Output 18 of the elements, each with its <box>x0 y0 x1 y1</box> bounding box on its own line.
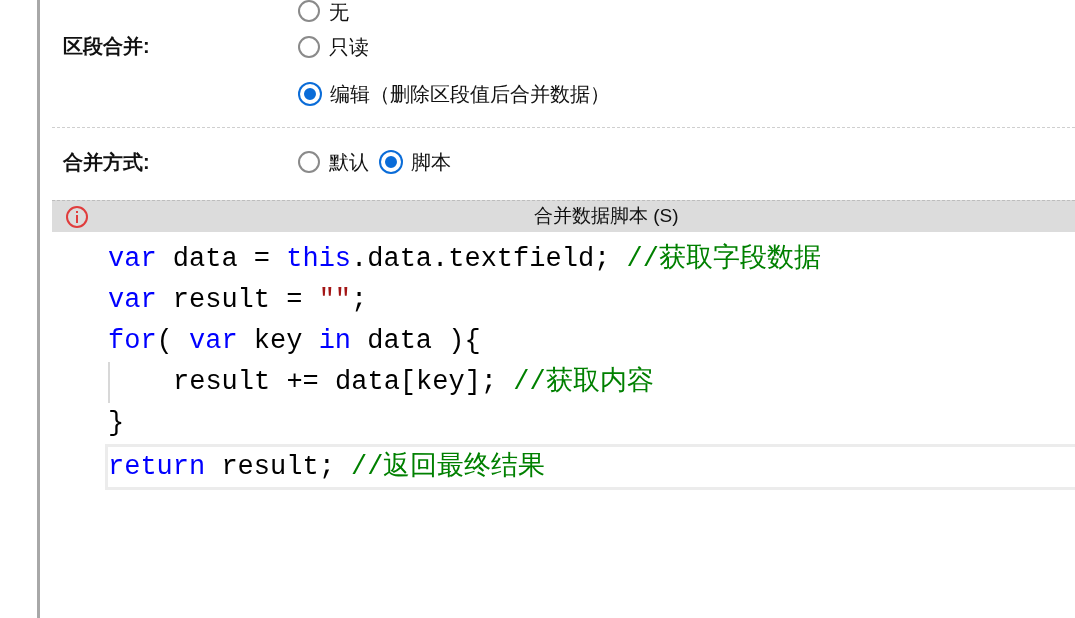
panel-title: 合并数据脚本 (S) <box>534 204 679 229</box>
code-line: var data = this.data.textfield; //获取字段数据 <box>108 242 821 277</box>
radio-option[interactable]: 编辑（删除区段值后合并数据） <box>298 70 610 117</box>
code-line: } <box>108 407 125 441</box>
code-line: for( var key in data ){ <box>108 325 481 359</box>
radio-option[interactable]: 脚本 <box>379 138 451 185</box>
code-line: var result = ""; <box>108 284 368 318</box>
radio-option[interactable]: 默认 <box>298 138 369 185</box>
radio-button[interactable] <box>298 0 320 22</box>
info-icon <box>65 204 89 229</box>
radio-option[interactable]: 无 <box>298 0 610 23</box>
code-line: return result; //返回最终结果 <box>108 450 546 484</box>
field-label: 合并方式: <box>62 149 151 175</box>
radio-option[interactable]: 只读 <box>298 23 610 70</box>
radio-button[interactable] <box>298 150 320 173</box>
radio-button[interactable] <box>298 35 320 58</box>
field-label: 区段合并: <box>62 34 151 59</box>
code-line: result += data[key]; //获取内容 <box>173 365 654 400</box>
